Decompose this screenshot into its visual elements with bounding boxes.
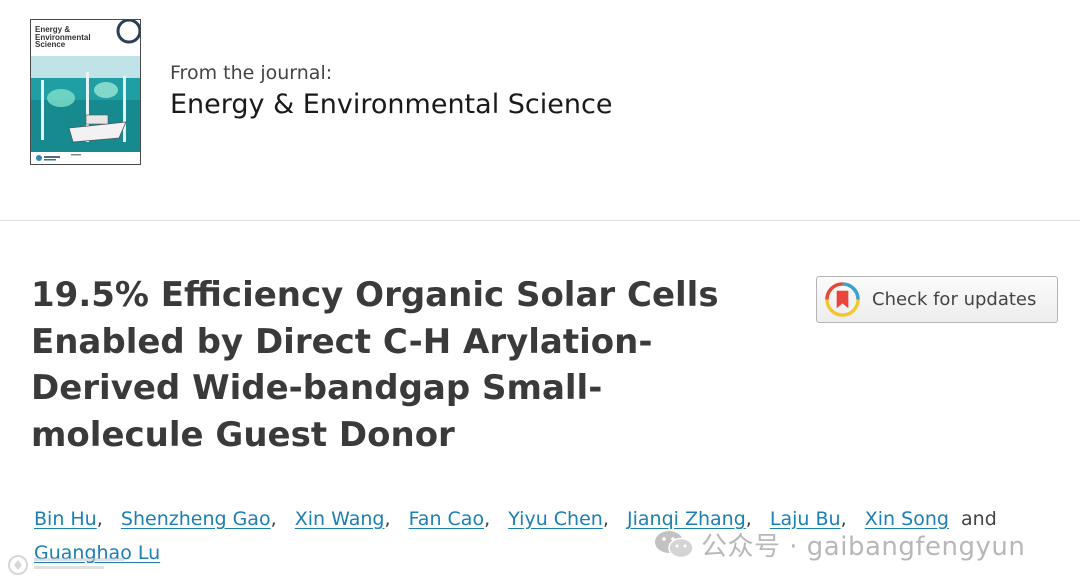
crossmark-icon: [825, 282, 860, 317]
author-separator: ,: [96, 508, 103, 530]
header-divider: [0, 220, 1080, 221]
author-link[interactable]: Bin Hu: [34, 508, 97, 530]
author-separator: ,: [384, 508, 391, 530]
author-separator: ,: [270, 508, 277, 530]
article-title-line: molecule Guest Donor: [31, 414, 455, 455]
article-title-line: 19.5% Efficiency Organic Solar Cells: [31, 275, 719, 315]
author-separator: ,: [602, 508, 609, 530]
watermark: 公众号 · gaibangfengyun: [653, 525, 1053, 563]
wechat-icon: [655, 531, 694, 559]
check-for-updates-button[interactable]: Check for updates: [816, 276, 1058, 323]
article-title-line: Derived Wide-bandgap Small-: [31, 368, 603, 408]
watermark-text: 公众号 · gaibangfengyun: [701, 532, 1026, 562]
author-link[interactable]: Shenzheng Gao: [121, 508, 271, 530]
journal-header: Energy & Environmental Science From the …: [0, 0, 1080, 221]
article-title-line: Enabled by Direct C-H Arylation-: [31, 321, 653, 362]
author-link[interactable]: Yiyu Chen: [508, 508, 603, 530]
author-link[interactable]: Fan Cao: [409, 508, 484, 530]
journal-cover-image[interactable]: Energy & Environmental Science: [30, 19, 141, 165]
cover-title-text: Energy & Environmental Science: [35, 25, 91, 49]
author-separator: ,: [484, 508, 491, 530]
article-title: 19.5% Efficiency Organic Solar Cells Ena…: [31, 272, 771, 458]
check-for-updates-label: Check for updates: [872, 289, 1037, 310]
corner-watermark-graphic: [8, 555, 124, 575]
author-link[interactable]: Xin Wang: [295, 508, 385, 530]
journal-name-link[interactable]: Energy & Environmental Science: [170, 89, 612, 120]
from-journal-label: From the journal:: [170, 62, 333, 84]
